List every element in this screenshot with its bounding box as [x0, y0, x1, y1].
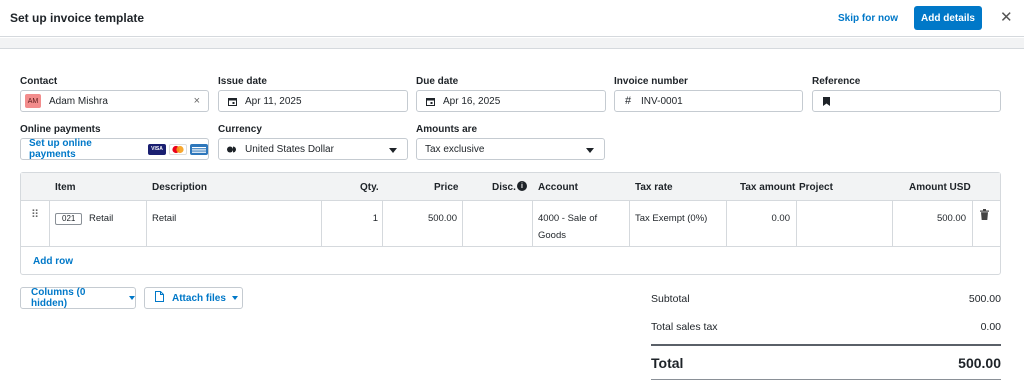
- item-code-badge: 021: [55, 213, 83, 225]
- issue-date-field[interactable]: Apr 11, 2025: [218, 90, 408, 112]
- attach-files-label: Attach files: [172, 292, 226, 304]
- column-description: Description: [152, 182, 208, 193]
- add-row-button[interactable]: Add row: [33, 256, 73, 267]
- amounts-are-value: Tax exclusive: [425, 143, 485, 155]
- subtotal-label: Subtotal: [651, 293, 690, 305]
- sales-tax-value: 0.00: [980, 321, 1001, 333]
- account-line-1: 4000 - Sale of: [538, 213, 598, 224]
- page-title: Set up invoice template: [10, 11, 145, 25]
- currency-select[interactable]: United States Dollar: [218, 138, 408, 160]
- total-label: Total: [651, 355, 684, 371]
- sales-tax-label: Total sales tax: [651, 321, 718, 333]
- qty-cell[interactable]: 1: [321, 201, 378, 246]
- invoice-number-label: Invoice number: [614, 76, 688, 87]
- currency-label: Currency: [218, 124, 262, 135]
- top-bar: Set up invoice template Skip for now Add…: [0, 0, 1024, 37]
- skip-for-now-button[interactable]: Skip for now: [838, 13, 898, 24]
- currency-icon: [227, 144, 237, 154]
- cell-divider: [462, 201, 463, 246]
- invoice-number-field[interactable]: # INV-0001: [614, 90, 803, 112]
- chevron-down-icon: [389, 148, 397, 153]
- cell-divider: [796, 201, 797, 246]
- due-date-field[interactable]: Apr 16, 2025: [416, 90, 606, 112]
- setup-online-payments-link[interactable]: Set up online payments: [29, 138, 140, 160]
- table-header: Item Description Qty. Price Disc. i Acco…: [21, 173, 1000, 201]
- account-cell[interactable]: 4000 - Sale of Goods: [538, 201, 597, 246]
- amount-cell[interactable]: 500.00: [892, 201, 966, 246]
- chevron-down-icon: [586, 148, 594, 153]
- issue-date-value: Apr 11, 2025: [245, 95, 302, 107]
- table-row: ⠿ 021 Retail Retail 1 500.00 4000 - Sale…: [21, 201, 1000, 247]
- column-project: Project: [799, 182, 833, 193]
- file-icon: [155, 291, 164, 305]
- cell-divider: [972, 201, 973, 246]
- drag-handle-icon[interactable]: ⠿: [31, 201, 39, 246]
- visa-icon: VISA: [148, 143, 166, 155]
- contact-label: Contact: [20, 76, 58, 87]
- column-qty: Qty.: [360, 182, 379, 193]
- price-cell[interactable]: 500.00: [382, 201, 457, 246]
- tax-rate-cell[interactable]: Tax Exempt (0%): [635, 201, 707, 246]
- info-icon[interactable]: i: [517, 181, 527, 191]
- issue-date-label: Issue date: [218, 76, 267, 87]
- line-items-table: Item Description Qty. Price Disc. i Acco…: [20, 172, 1001, 275]
- total-divider: [651, 344, 1001, 346]
- online-payments-label: Online payments: [20, 124, 101, 135]
- reference-field[interactable]: [812, 90, 1001, 112]
- chevron-down-icon: [129, 296, 135, 300]
- chevron-down-icon: [231, 296, 238, 300]
- trash-icon[interactable]: [980, 201, 989, 246]
- item-cell[interactable]: 021 Retail: [55, 201, 113, 246]
- cell-divider: [532, 201, 533, 246]
- setup-online-payments-button[interactable]: Set up online payments VISA: [20, 138, 209, 160]
- column-account: Account: [538, 182, 578, 193]
- description-cell[interactable]: Retail: [152, 201, 176, 246]
- clear-icon[interactable]: ×: [194, 95, 200, 107]
- total-value: 500.00: [958, 355, 1001, 371]
- column-item: Item: [55, 182, 76, 193]
- total-underline: [651, 379, 1001, 380]
- tax-amount-cell: 0.00: [771, 213, 791, 224]
- subtotal-value: 500.00: [968, 293, 1001, 305]
- contact-field[interactable]: AM Adam Mishra ×: [20, 90, 209, 112]
- attach-files-button[interactable]: Attach files: [144, 287, 243, 309]
- column-price: Price: [434, 182, 459, 193]
- column-disc: Disc.: [492, 182, 516, 193]
- columns-button[interactable]: Columns (0 hidden): [20, 287, 136, 309]
- section-divider: [0, 38, 1024, 48]
- cell-divider: [629, 201, 630, 246]
- columns-button-label: Columns (0 hidden): [31, 287, 86, 309]
- amounts-are-select[interactable]: Tax exclusive: [416, 138, 605, 160]
- cell-divider: [49, 201, 50, 246]
- reference-label: Reference: [812, 76, 861, 87]
- due-date-value: Apr 16, 2025: [443, 95, 501, 107]
- avatar: AM: [25, 94, 41, 108]
- contact-value: Adam Mishra: [49, 95, 108, 107]
- mastercard-icon: [169, 143, 187, 155]
- item-name: Retail: [89, 213, 114, 224]
- calendar-icon: [227, 96, 237, 106]
- currency-value: United States Dollar: [245, 143, 334, 155]
- column-tax-amount: Tax amount: [740, 182, 796, 193]
- cell-divider: [146, 201, 147, 246]
- account-line-2: Goods: [538, 230, 566, 241]
- bookmark-icon: [821, 96, 831, 106]
- payment-cards: VISA: [148, 143, 208, 155]
- add-details-button[interactable]: Add details: [914, 6, 982, 30]
- hash-icon: #: [624, 95, 632, 107]
- column-tax-rate: Tax rate: [635, 182, 673, 193]
- amex-icon: [190, 143, 208, 155]
- close-icon[interactable]: ✕: [1000, 8, 1013, 26]
- invoice-number-value: INV-0001: [641, 95, 683, 107]
- calendar-icon: [425, 96, 435, 106]
- amounts-are-label: Amounts are: [416, 124, 478, 135]
- column-amount: Amount USD: [909, 182, 971, 193]
- due-date-label: Due date: [416, 76, 459, 87]
